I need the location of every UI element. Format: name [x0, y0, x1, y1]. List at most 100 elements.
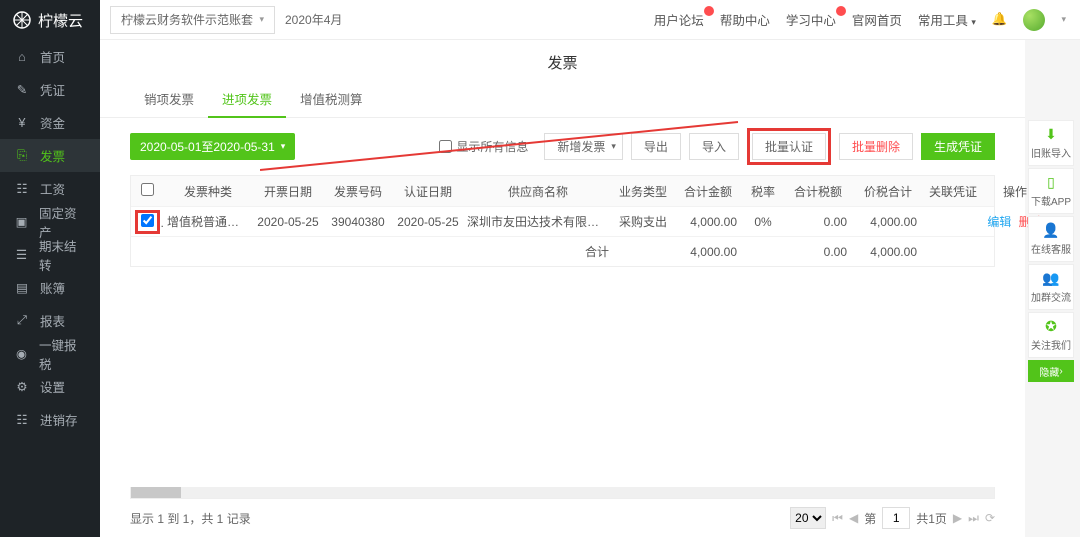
next-page-icon[interactable]: ▶	[953, 511, 962, 525]
table-footer: 显示 1 到 1，共 1 记录 20 ⏮ ◀ 第 共1页 ▶ ⏭ ⟳	[100, 499, 1025, 537]
annotation-highlight	[135, 210, 160, 234]
th-no: 发票号码	[323, 183, 393, 200]
dock-group[interactable]: 👥加群交流	[1028, 264, 1074, 310]
record-info: 显示 1 到 1，共 1 记录	[130, 510, 251, 527]
gen-voucher-button[interactable]: 生成凭证	[921, 133, 995, 160]
nav-reports[interactable]: ⤢报表	[0, 304, 100, 337]
sum-label: 合计	[463, 243, 613, 260]
dock-hide[interactable]: 隐藏 ›	[1028, 360, 1074, 382]
stock-icon: ☷	[14, 412, 30, 427]
th-type: 发票种类	[163, 183, 253, 200]
brand-name: 柠檬云	[38, 10, 83, 31]
page-size-select[interactable]: 20	[790, 507, 826, 529]
first-page-icon[interactable]: ⏮	[832, 511, 843, 526]
nav-home[interactable]: ⌂首页	[0, 40, 100, 73]
row-checkbox[interactable]	[141, 214, 154, 227]
nav-stock[interactable]: ☷进销存	[0, 403, 100, 436]
tab-sales[interactable]: 销项发票	[130, 81, 208, 117]
th-voucher: 关联凭证	[923, 183, 983, 200]
dock-import[interactable]: ⬇旧账导入	[1028, 120, 1074, 166]
wechat-icon: ✪	[1043, 319, 1059, 335]
chevron-down-icon: ▾	[259, 14, 264, 25]
assets-icon: ▣	[14, 214, 29, 229]
last-page-icon[interactable]: ⏭	[968, 511, 979, 526]
dock-app[interactable]: ▯下载APP	[1028, 168, 1074, 214]
account-select[interactable]: 柠檬云财务软件示范账套 ▾	[110, 6, 275, 34]
cell-date: 2020-05-25	[253, 215, 323, 229]
bell-icon[interactable]: 🔔	[992, 12, 1008, 27]
lemon-icon	[12, 10, 32, 30]
funds-icon: ¥	[14, 116, 30, 130]
horizontal-scrollbar[interactable]	[130, 487, 995, 499]
period-display[interactable]: 2020年4月	[275, 6, 365, 34]
dock-follow[interactable]: ✪关注我们	[1028, 312, 1074, 358]
salary-icon: ☷	[14, 181, 30, 196]
date-range-picker[interactable]: 2020-05-01至2020-05-31 ▾	[130, 133, 295, 160]
table-sum-row: 合计 4,000.00 0.00 4,000.00	[131, 236, 994, 266]
cell-biz: 采购支出	[613, 213, 673, 230]
batch-delete-button[interactable]: 批量删除	[839, 133, 913, 160]
nav-voucher[interactable]: ✎凭证	[0, 73, 100, 106]
toolbar: 2020-05-01至2020-05-31 ▾ 显示所有信息 新增发票 导出 导…	[100, 118, 1025, 175]
th-tax: 合计税额	[783, 183, 853, 200]
home-icon: ⌂	[14, 50, 30, 64]
books-icon: ▤	[14, 280, 30, 295]
nav-period[interactable]: ☰期末结转	[0, 238, 100, 271]
invoice-icon: ⎘	[14, 148, 30, 163]
period-icon: ☰	[14, 247, 29, 262]
table-row[interactable]: 增值税普通发票 2020-05-25 39040380 2020-05-25 深…	[131, 206, 994, 236]
nav-invoice[interactable]: ⎘发票	[0, 139, 100, 172]
scrollbar-thumb[interactable]	[131, 487, 181, 498]
nav-settings[interactable]: ⚙设置	[0, 370, 100, 403]
content: 发票 销项发票 进项发票 增值税测算 2020-05-01至2020-05-31…	[100, 40, 1025, 537]
right-dock: ⬇旧账导入 ▯下载APP 👤在线客服 👥加群交流 ✪关注我们 隐藏 ›	[1028, 120, 1074, 382]
add-invoice-button[interactable]: 新增发票	[544, 133, 623, 160]
cell-type: 增值税普通发票	[163, 213, 253, 230]
tax-icon: ◉	[14, 346, 29, 361]
annotation-highlight: 批量认证	[747, 128, 831, 165]
cell-rate: 0%	[743, 215, 783, 229]
person-icon: 👤	[1043, 223, 1059, 239]
th-biz: 业务类型	[613, 183, 673, 200]
refresh-icon[interactable]: ⟳	[985, 511, 995, 525]
topbar: 柠檬云财务软件示范账套 ▾ 2020年4月 用户论坛 帮助中心 学习中心 官网首…	[100, 0, 1080, 40]
sum-total: 4,000.00	[853, 245, 923, 259]
phone-icon: ▯	[1043, 175, 1059, 191]
nav-tax[interactable]: ◉一键报税	[0, 337, 100, 370]
link-learn[interactable]: 学习中心	[786, 10, 836, 29]
brand-logo: 柠檬云	[0, 0, 100, 40]
page-prefix: 第	[864, 510, 876, 527]
select-all-checkbox[interactable]	[141, 183, 154, 196]
group-icon: 👥	[1043, 271, 1059, 287]
link-tools[interactable]: 常用工具 ▾	[918, 10, 976, 29]
tab-purchase[interactable]: 进项发票	[208, 81, 286, 118]
page-input[interactable]	[882, 507, 910, 529]
nav-books[interactable]: ▤账簿	[0, 271, 100, 304]
dock-service[interactable]: 👤在线客服	[1028, 216, 1074, 262]
chevron-down-icon: ▾	[1061, 14, 1066, 25]
prev-page-icon[interactable]: ◀	[849, 511, 858, 525]
tab-vat[interactable]: 增值税测算	[286, 81, 377, 117]
link-help[interactable]: 帮助中心	[720, 10, 770, 29]
show-all-checkbox[interactable]: 显示所有信息	[439, 138, 528, 155]
batch-cert-button[interactable]: 批量认证	[752, 133, 826, 160]
checkbox-input[interactable]	[439, 140, 452, 153]
sum-tax: 0.00	[783, 245, 853, 259]
edit-link[interactable]: 编辑	[987, 215, 1011, 229]
cell-no: 39040380	[323, 215, 393, 229]
table-header: 发票种类 开票日期 发票号码 认证日期 供应商名称 业务类型 合计金额 税率 合…	[131, 176, 994, 206]
cell-supplier: 深圳市友田达技术有限公司	[463, 213, 613, 230]
badge-icon	[836, 6, 846, 16]
nav-salary[interactable]: ☷工资	[0, 172, 100, 205]
th-date: 开票日期	[253, 183, 323, 200]
th-amount: 合计金额	[673, 183, 743, 200]
import-button[interactable]: 导入	[689, 133, 739, 160]
invoice-table: 发票种类 开票日期 发票号码 认证日期 供应商名称 业务类型 合计金额 税率 合…	[130, 175, 995, 267]
nav-funds[interactable]: ¥资金	[0, 106, 100, 139]
nav-assets[interactable]: ▣固定资产	[0, 205, 100, 238]
export-button[interactable]: 导出	[631, 133, 681, 160]
th-total: 价税合计	[853, 183, 923, 200]
avatar[interactable]	[1023, 9, 1045, 31]
link-forum[interactable]: 用户论坛	[654, 10, 704, 29]
link-official[interactable]: 官网首页	[852, 10, 902, 29]
